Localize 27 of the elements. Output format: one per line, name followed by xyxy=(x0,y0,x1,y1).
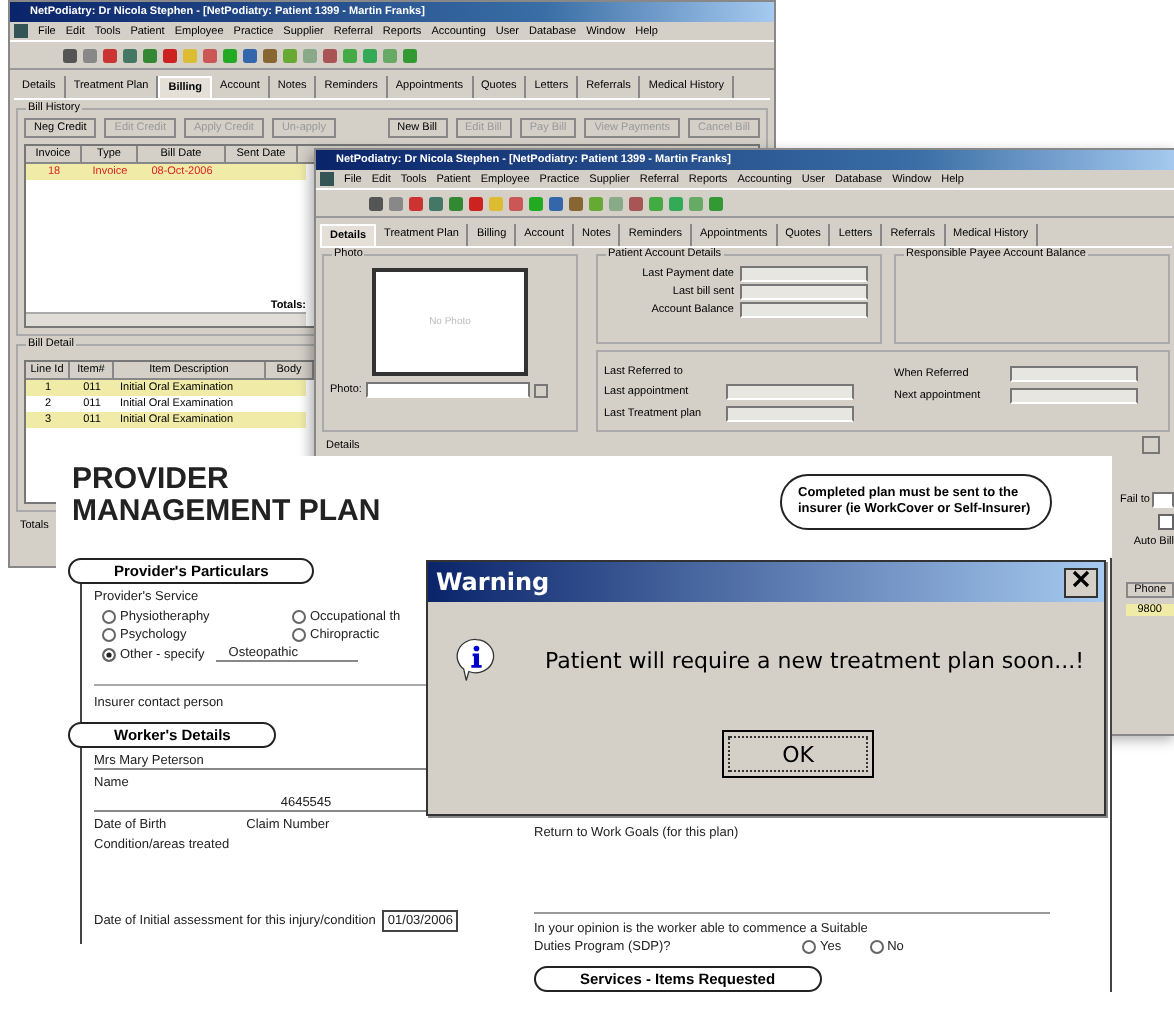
radio-button[interactable] xyxy=(102,610,116,624)
scrollbar[interactable] xyxy=(26,312,306,326)
input-field[interactable] xyxy=(1010,366,1138,382)
input-field[interactable] xyxy=(726,406,854,422)
browse-button[interactable] xyxy=(533,383,548,397)
input-field[interactable] xyxy=(1010,388,1138,404)
input-field[interactable] xyxy=(740,266,868,282)
app-icon xyxy=(320,172,334,186)
radio-button[interactable] xyxy=(102,628,116,642)
radio-button[interactable] xyxy=(102,647,116,661)
radio-button[interactable] xyxy=(292,628,306,642)
input-field[interactable] xyxy=(1152,492,1174,508)
ok-button[interactable]: OK xyxy=(722,730,874,778)
input-field[interactable] xyxy=(740,284,868,300)
radio-button[interactable] xyxy=(802,940,816,954)
radio-button[interactable] xyxy=(869,940,884,954)
close-icon xyxy=(1072,569,1090,587)
close-button[interactable] xyxy=(1064,567,1098,597)
checkbox[interactable] xyxy=(1158,514,1174,530)
form-title: PROVIDER MANAGEMENT PLAN xyxy=(72,464,381,528)
radio-button[interactable] xyxy=(292,610,306,624)
input-field[interactable] xyxy=(726,384,854,400)
dialog-title: Warning xyxy=(436,568,550,596)
input-field[interactable] xyxy=(740,302,868,318)
dialog-message: Patient will require a new treatment plan soon...! xyxy=(544,647,1084,673)
photo-field[interactable] xyxy=(365,382,530,398)
app-icon xyxy=(14,24,28,38)
